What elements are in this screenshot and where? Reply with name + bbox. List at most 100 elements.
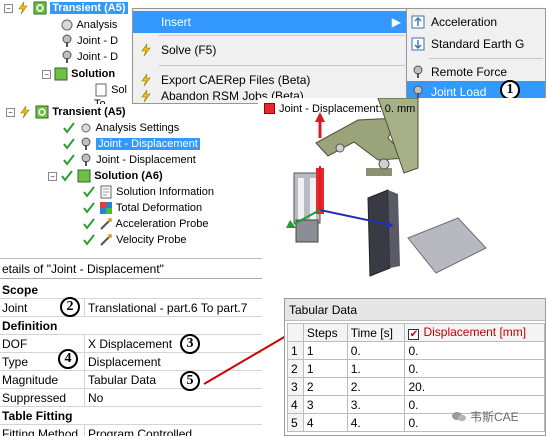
menu-item-label: Export CAERep Files (Beta) bbox=[161, 73, 311, 87]
check-icon bbox=[63, 138, 75, 150]
column-header-steps[interactable]: Steps bbox=[302, 323, 348, 342]
tree-item-label: Analysis bbox=[76, 19, 118, 31]
tree-item[interactable]: Analysis bbox=[60, 17, 117, 33]
tree-item-solution-information[interactable]: Solution Information bbox=[82, 184, 214, 200]
info-icon bbox=[100, 185, 112, 199]
submenu-item-remote-force[interactable]: Remote Force bbox=[407, 61, 545, 83]
submenu-item-label: Remote Force bbox=[431, 65, 508, 79]
collapse-icon[interactable]: − bbox=[48, 171, 57, 181]
tree-item[interactable]: Joint - D bbox=[60, 33, 118, 49]
menu-item-label: Solve (F5) bbox=[161, 43, 217, 57]
info-icon bbox=[95, 83, 107, 97]
check-icon bbox=[61, 170, 73, 182]
tree-item-label: Acceleration Probe bbox=[115, 218, 209, 230]
collapse-icon[interactable]: − bbox=[4, 3, 13, 13]
tree-item-joint-displacement-1[interactable]: Joint - Displacement bbox=[62, 136, 200, 152]
probe-icon bbox=[100, 234, 113, 246]
check-icon bbox=[83, 202, 95, 214]
table-row[interactable]: 2 1 1. 0. bbox=[287, 359, 545, 378]
tree-root-label[interactable]: Transient (A5) bbox=[52, 106, 125, 118]
annotation-4: 4 bbox=[58, 349, 78, 369]
details-key: Joint bbox=[2, 301, 28, 315]
menu-item-insert[interactable]: Insert ▶ bbox=[133, 11, 407, 33]
model-render bbox=[286, 97, 487, 277]
outline-tree: − Transient (A5) Analysis Settings Joint… bbox=[0, 104, 258, 254]
tree-item-label: Solution Information bbox=[116, 186, 214, 198]
joint-icon bbox=[81, 153, 91, 167]
menu-separator bbox=[429, 58, 543, 59]
details-title: etails of "Joint - Displacement" bbox=[0, 259, 262, 279]
wechat-icon bbox=[452, 412, 466, 422]
details-row-joint[interactable]: Joint Translational - part.6 To part.7 bbox=[0, 299, 262, 317]
tree-item-velocity-probe[interactable]: Velocity Probe bbox=[82, 232, 186, 248]
tree-item[interactable]: Joint - D bbox=[60, 49, 118, 65]
details-row-suppressed[interactable]: Suppressed No bbox=[0, 389, 262, 407]
collapse-icon[interactable]: − bbox=[42, 69, 51, 79]
transient-icon bbox=[33, 1, 47, 15]
lightning-icon bbox=[141, 89, 151, 103]
check-icon bbox=[63, 154, 75, 166]
tree-item-label: Joint - Displacement bbox=[96, 154, 196, 166]
submenu-item-label: Joint Load bbox=[431, 85, 487, 99]
remote-force-icon bbox=[413, 65, 423, 78]
column-header-time[interactable]: Time [s] bbox=[346, 323, 406, 342]
probe-icon bbox=[100, 218, 113, 230]
lightning-icon bbox=[18, 1, 28, 15]
tree-item-label: Total Deformation bbox=[115, 202, 203, 214]
tree-item-acceleration-probe[interactable]: Acceleration Probe bbox=[82, 216, 208, 232]
tree-root-row[interactable]: − Transient (A5) bbox=[6, 104, 126, 120]
transient-icon bbox=[35, 105, 49, 119]
lightning-icon bbox=[141, 73, 151, 87]
solution-icon bbox=[77, 169, 91, 183]
collapse-icon[interactable]: − bbox=[6, 107, 15, 117]
tree-item-solution[interactable]: − Solution (A6) bbox=[48, 168, 163, 184]
tree-item[interactable]: − Solution bbox=[42, 66, 115, 82]
menu-separator bbox=[159, 65, 405, 66]
result-legend: Joint - Displacement: 0. mm bbox=[264, 103, 415, 115]
check-icon bbox=[63, 122, 75, 134]
menu-separator bbox=[159, 35, 405, 36]
joint-load-icon bbox=[413, 85, 423, 98]
menu-item-solve[interactable]: Solve (F5) bbox=[133, 39, 407, 61]
details-value[interactable]: Translational - part.6 To part.7 bbox=[88, 299, 247, 317]
check-icon bbox=[83, 218, 95, 230]
details-key: Type bbox=[2, 355, 29, 369]
details-value[interactable]: Tabular Data bbox=[88, 371, 156, 389]
submenu-item-standard-earth-gravity[interactable]: Standard Earth G bbox=[407, 33, 545, 55]
tree-item-label: Joint - D bbox=[77, 35, 119, 47]
tree-item-total-deformation[interactable]: Total Deformation bbox=[82, 200, 202, 216]
details-value[interactable]: Program Controlled bbox=[88, 425, 192, 436]
settings-icon bbox=[81, 123, 91, 133]
lightning-icon bbox=[141, 43, 151, 57]
details-row-fitting-method[interactable]: Fitting Method Program Controlled bbox=[0, 425, 262, 436]
legend-color-swatch bbox=[264, 103, 275, 114]
checkbox[interactable]: ✔ bbox=[408, 329, 420, 340]
tree-item-label: Solution (A6) bbox=[94, 170, 163, 182]
solution-icon bbox=[54, 67, 68, 81]
tabular-title: Tabular Data bbox=[285, 299, 545, 321]
tree-item-label: Joint - Displacement bbox=[96, 138, 200, 150]
graphics-viewport[interactable] bbox=[258, 97, 546, 288]
tree-item-analysis-settings[interactable]: Analysis Settings bbox=[62, 120, 179, 136]
submenu-item-acceleration[interactable]: Acceleration bbox=[407, 11, 545, 33]
tree-item-label: Velocity Probe bbox=[116, 234, 187, 246]
details-value[interactable]: X Displacement bbox=[88, 335, 172, 353]
context-menu: Insert ▶ Solve (F5) Export CAERep Files … bbox=[132, 8, 408, 104]
column-header-displacement[interactable]: ✔ Displacement [mm] bbox=[404, 323, 545, 342]
details-value[interactable]: No bbox=[88, 389, 103, 407]
details-value[interactable]: Displacement bbox=[88, 353, 161, 371]
joint-icon bbox=[62, 50, 72, 64]
tree-root-label[interactable]: Transient (A5) bbox=[50, 2, 128, 14]
tree-item-joint-displacement-2[interactable]: Joint - Displacement bbox=[62, 152, 196, 168]
table-row[interactable]: 3 2 2. 20. bbox=[287, 377, 545, 396]
watermark: 韦斯CAE bbox=[452, 408, 519, 425]
submenu-arrow-icon: ▶ bbox=[391, 15, 401, 29]
details-section-scope: Scope bbox=[0, 281, 262, 299]
corner-cell bbox=[287, 323, 304, 342]
details-key: Fitting Method bbox=[2, 427, 79, 436]
annotation-2: 2 bbox=[60, 297, 80, 317]
annotation-1: 1 bbox=[500, 80, 520, 100]
details-key: Magnitude bbox=[2, 373, 59, 387]
tree-root-row[interactable]: − Transient (A5) bbox=[4, 0, 128, 16]
table-row[interactable]: 1 1 0. 0. bbox=[287, 341, 545, 360]
